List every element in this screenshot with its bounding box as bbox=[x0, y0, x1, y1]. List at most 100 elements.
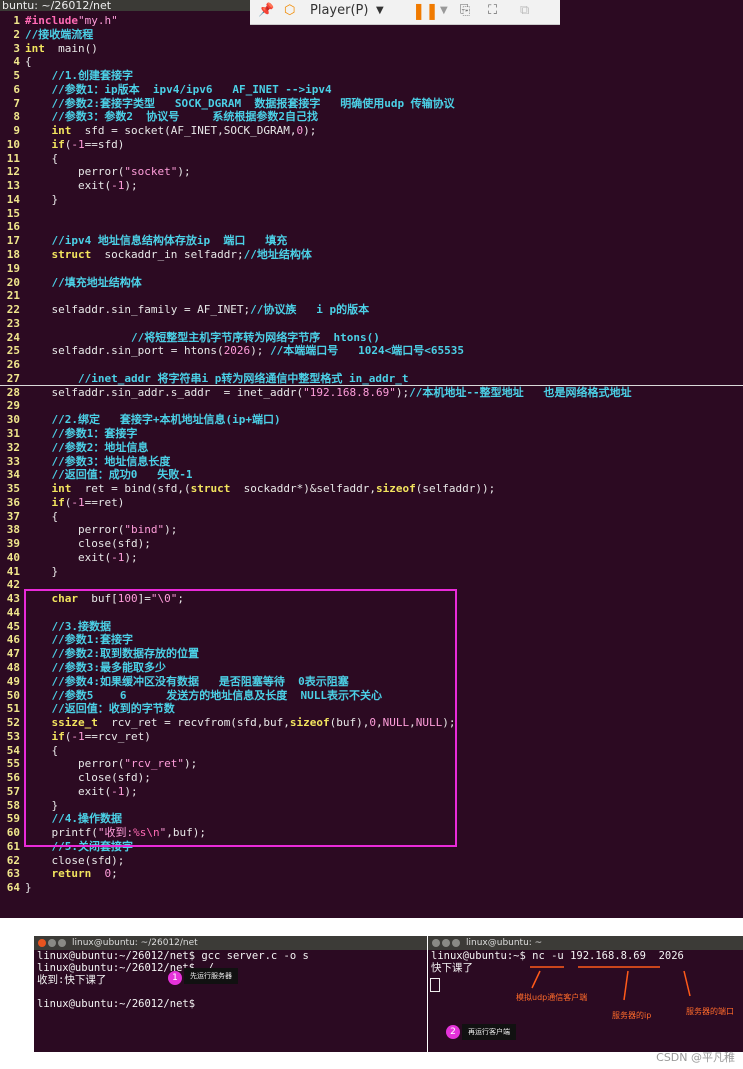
code-line: 8 //参数3：参数2 协议号 系统根据参数2自己找 bbox=[0, 110, 743, 124]
code-line: 27 //inet_addr 将字符串i p转为网络通信中整型格式 in_add… bbox=[0, 372, 743, 386]
line-number: 42 bbox=[6, 578, 20, 592]
code-line: 32 //参数2：地址信息 bbox=[0, 441, 743, 455]
code-token: } bbox=[25, 192, 59, 206]
code-token: //参数1：套接字 bbox=[51, 426, 138, 440]
line-number: 34 bbox=[6, 468, 20, 482]
code-token: ); bbox=[124, 179, 138, 193]
code-token: return bbox=[51, 867, 92, 881]
code-token: int bbox=[25, 41, 45, 55]
line-number: 38 bbox=[6, 523, 20, 537]
code-token: //协议族 i p的版本 bbox=[250, 303, 370, 317]
terminal-left-title: linux@ubuntu: ~/26012/net bbox=[72, 938, 198, 948]
minimize-icon[interactable] bbox=[48, 939, 56, 947]
code-token: struct bbox=[190, 482, 231, 496]
line-number: 26 bbox=[6, 358, 20, 372]
line-number: 60 bbox=[6, 826, 20, 840]
code-token: ret = bind(sfd,( bbox=[71, 482, 191, 496]
code-line: 21 bbox=[0, 289, 743, 303]
maximize-icon[interactable] bbox=[58, 939, 66, 947]
code-token: selfaddr.sin_family = AF_INET; bbox=[25, 303, 251, 317]
line-number: 58 bbox=[6, 798, 20, 812]
line-number: 17 bbox=[6, 234, 20, 248]
line-number: 36 bbox=[6, 495, 20, 509]
code-token: close(sfd); bbox=[25, 537, 151, 551]
code-token: "bind" bbox=[124, 523, 165, 537]
code-line: 62 close(sfd); bbox=[0, 854, 743, 868]
code-line: 14 } bbox=[0, 193, 743, 207]
code-line: 9 int sfd = socket(AF_INET,SOCK_DGRAM,0)… bbox=[0, 124, 743, 138]
terminal-left[interactable]: linux@ubuntu: ~/26012/net linux@ubuntu:~… bbox=[34, 936, 427, 1052]
line-number: 50 bbox=[6, 688, 20, 702]
code-token: exit( bbox=[25, 550, 112, 564]
close-icon[interactable] bbox=[38, 939, 46, 947]
line-number: 53 bbox=[6, 729, 20, 743]
code-token: { bbox=[25, 55, 32, 69]
code-line: 41 } bbox=[0, 565, 743, 579]
line-number: 22 bbox=[6, 303, 20, 317]
line-number: 52 bbox=[6, 716, 20, 730]
line-number: 47 bbox=[6, 647, 20, 661]
code-line: 12 perror("socket"); bbox=[0, 165, 743, 179]
line-number: 30 bbox=[6, 413, 20, 427]
code-token: if bbox=[51, 137, 65, 151]
code-token: -1 bbox=[71, 495, 85, 509]
line-number: 43 bbox=[6, 592, 20, 606]
code-line: 33 //参数3：地址信息长度 bbox=[0, 455, 743, 469]
line-number: 8 bbox=[13, 110, 20, 124]
code-token: "my.h" bbox=[77, 14, 118, 27]
line-number: 45 bbox=[6, 619, 20, 633]
code-token: main() bbox=[44, 41, 98, 55]
line-number: 6 bbox=[13, 82, 20, 96]
line-number: 33 bbox=[6, 454, 20, 468]
code-line: 26 bbox=[0, 358, 743, 372]
code-token: int bbox=[51, 482, 72, 496]
line-number: 35 bbox=[6, 482, 20, 496]
line-number: 37 bbox=[6, 509, 20, 523]
terminal-left-titlebar: linux@ubuntu: ~/26012/net bbox=[34, 936, 427, 950]
code-line: 64} bbox=[0, 881, 743, 895]
code-line: 40 exit(-1); bbox=[0, 551, 743, 565]
line-number: 62 bbox=[6, 853, 20, 867]
cursor-line bbox=[0, 385, 743, 386]
code-line: 25 selfaddr.sin_port = htons(2026); //本端… bbox=[0, 344, 743, 358]
line-number: 9 bbox=[13, 124, 20, 138]
code-line: 2 //接收端流程 bbox=[0, 28, 743, 42]
code-token: //inet_addr 将字符串i p转为网络通信中整型格式 in_addr_t bbox=[77, 371, 409, 385]
terminal-right[interactable]: linux@ubuntu: ~ linux@ubuntu:~$ nc -u 19… bbox=[428, 936, 743, 1052]
watermark: CSDN @平凡稚 bbox=[656, 1051, 735, 1064]
line-number: 49 bbox=[6, 674, 20, 688]
code-token: //ipv4 地址信息结构体存放ip 端口 填充 bbox=[51, 234, 288, 248]
line-number: 23 bbox=[6, 316, 20, 330]
code-token: //1.创建套接字 bbox=[51, 69, 134, 83]
code-line: 1 #include"my.h" bbox=[0, 14, 743, 28]
line-number: 40 bbox=[6, 550, 20, 564]
code-editor[interactable]: buntu: ~/26012/net 📌 ⬡ Player(P) ▼ ❚❚ ▼ … bbox=[0, 0, 743, 918]
line-number: 48 bbox=[6, 660, 20, 674]
step-badge-1: 1 bbox=[168, 971, 182, 985]
code-line: 34 //返回值：成功0 失败-1 bbox=[0, 468, 743, 482]
code-token: ==sfd) bbox=[84, 137, 125, 151]
code-line: 7 //参数2:套接字类型 SOCK_DGRAM 数据报套接字 明确使用udp … bbox=[0, 97, 743, 111]
annotation-server-ip: 服务器的ip bbox=[612, 1011, 652, 1020]
line-number: 51 bbox=[6, 702, 20, 716]
code-token: //参数2：地址信息 bbox=[51, 440, 149, 454]
code-line: 39 close(sfd); bbox=[0, 537, 743, 551]
line-number: 14 bbox=[6, 192, 20, 206]
code-line: 23 bbox=[0, 317, 743, 331]
line-number: 5 bbox=[13, 69, 20, 83]
line-number: 46 bbox=[6, 633, 20, 647]
